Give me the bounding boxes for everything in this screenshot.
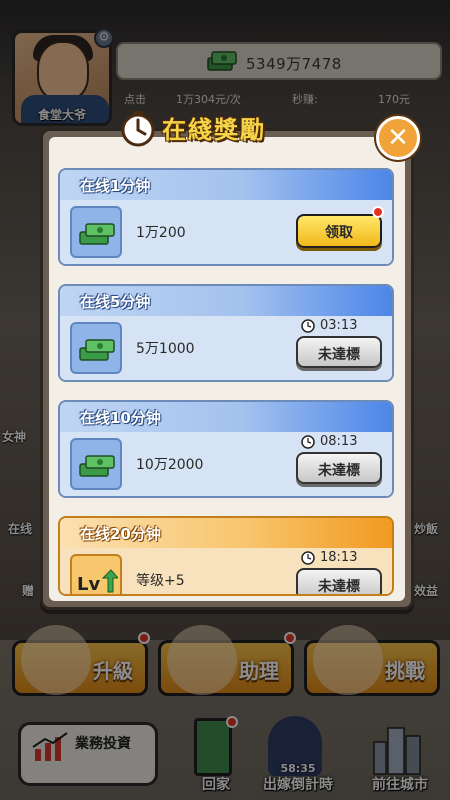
timer-icon xyxy=(301,551,315,565)
reward-timer-text: 18:13 xyxy=(320,550,358,565)
reward-card-20min: 在线20分钟 Lv 等级+5 18:13 未達標 xyxy=(58,516,394,596)
reward-amount: 1万200 xyxy=(136,225,186,241)
reward-card-title: 在线10分钟 xyxy=(80,409,161,427)
reward-item-slot xyxy=(70,206,122,258)
claim-button[interactable]: 领取 xyxy=(296,214,382,248)
not-reached-button[interactable]: 未達標 xyxy=(296,452,382,484)
not-reached-label: 未達標 xyxy=(318,347,360,363)
reward-card-body: 5万1000 03:13 未達標 xyxy=(60,316,392,380)
cash-icon xyxy=(79,339,115,361)
modal-title: 在綫獎勵 xyxy=(162,116,266,144)
reward-item-slot xyxy=(70,438,122,490)
not-reached-label: 未達標 xyxy=(318,579,360,595)
reward-card-1min: 在线1分钟 1万200 领取 xyxy=(58,168,394,266)
reward-item-slot xyxy=(70,322,122,374)
cash-icon xyxy=(79,223,115,245)
reward-card-header: 在线5分钟 xyxy=(60,286,392,316)
reward-amount: 5万1000 xyxy=(136,341,195,357)
cash-icon xyxy=(79,455,115,477)
reward-card-header: 在线1分钟 xyxy=(60,170,392,200)
not-reached-label: 未達標 xyxy=(318,463,360,479)
svg-text:Lv: Lv xyxy=(77,574,100,595)
reward-item-slot: Lv xyxy=(70,554,122,595)
reward-card-body: 10万2000 08:13 未達標 xyxy=(60,432,392,496)
reward-card-5min: 在线5分钟 5万1000 03:13 未達標 xyxy=(58,284,394,382)
reward-card-title: 在线20分钟 xyxy=(80,525,161,543)
not-reached-button[interactable]: 未達標 xyxy=(296,336,382,368)
clock-icon xyxy=(121,111,155,147)
reward-timer-text: 08:13 xyxy=(320,434,358,449)
level-up-icon: Lv xyxy=(77,569,118,595)
close-button[interactable]: ✕ xyxy=(376,116,420,160)
reward-card-body: 1万200 领取 xyxy=(60,200,392,264)
close-icon: ✕ xyxy=(387,123,409,153)
reward-card-10min: 在线10分钟 10万2000 08:13 未達標 xyxy=(58,400,394,498)
reward-card-title: 在线5分钟 xyxy=(80,293,151,311)
reward-card-header: 在线10分钟 xyxy=(60,402,392,432)
timer-icon xyxy=(301,435,315,449)
not-reached-button[interactable]: 未達標 xyxy=(296,568,382,595)
reward-card-title: 在线1分钟 xyxy=(80,177,151,195)
reward-card-body: Lv 等级+5 18:13 未達標 xyxy=(60,548,392,595)
reward-amount: 等级+5 xyxy=(136,573,185,589)
reward-amount: 10万2000 xyxy=(136,457,204,473)
reward-card-header: 在线20分钟 xyxy=(60,518,392,548)
claim-notification-dot xyxy=(372,206,384,218)
reward-timer-text: 03:13 xyxy=(320,318,358,333)
timer-icon xyxy=(301,319,315,333)
claim-button-label: 领取 xyxy=(325,225,353,241)
